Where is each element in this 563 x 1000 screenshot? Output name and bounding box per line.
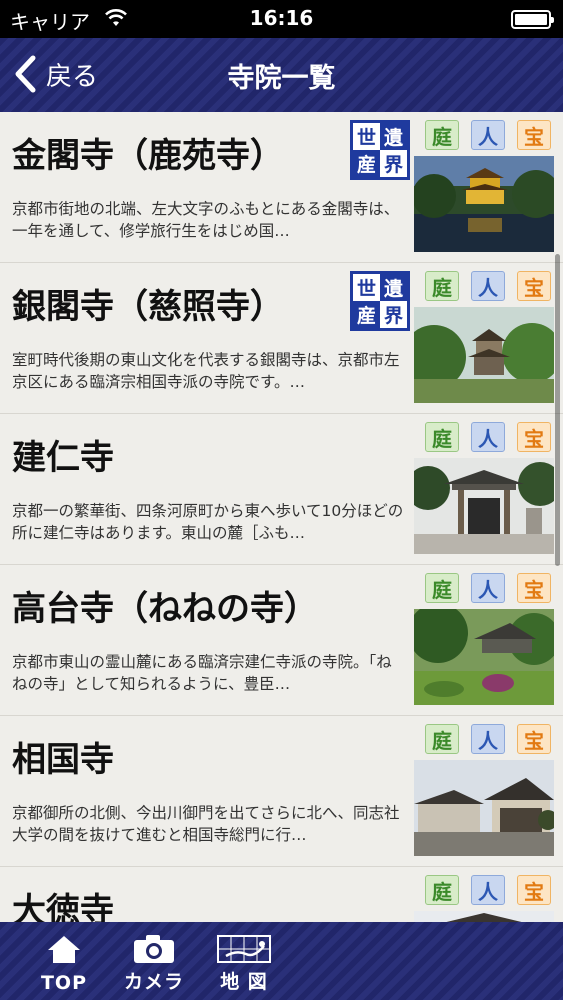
person-badge: 人 xyxy=(471,120,505,150)
person-badge: 人 xyxy=(471,271,505,301)
temple-thumbnail xyxy=(414,458,554,554)
list-item[interactable]: 金閣寺（鹿苑寺） 世遺 産界 庭 人 宝 京都市街地の北端、左大文字のふもとにあ… xyxy=(0,112,563,263)
temple-name: 大徳寺 xyxy=(12,891,114,922)
temple-description: 京都一の繁華街、四条河原町から東へ歩いて10分ほどの所に建仁寺はあります。東山の… xyxy=(12,502,404,542)
garden-badge: 庭 xyxy=(425,271,459,301)
temple-thumbnail xyxy=(414,156,554,252)
treasure-badge: 宝 xyxy=(517,120,551,150)
scrollbar[interactable] xyxy=(555,254,560,566)
person-badge: 人 xyxy=(471,422,505,452)
temple-description: 京都市街地の北端、左大文字のふもとにある金閣寺は、一年を通して、修学旅行生をはじ… xyxy=(12,200,400,240)
temple-thumbnail xyxy=(414,609,554,705)
list-item[interactable]: 高台寺（ねねの寺） 庭 人 宝 京都市東山の霊山麓にある臨済宗建仁寺派の寺院。「… xyxy=(0,565,563,716)
garden-badge: 庭 xyxy=(425,724,459,754)
treasure-badge: 宝 xyxy=(517,875,551,905)
world-heritage-icon: 世遺 産界 xyxy=(350,120,410,180)
list-item[interactable]: 大徳寺 庭 人 宝 xyxy=(0,867,563,922)
page-title: 寺院一覧 xyxy=(227,63,336,94)
status-bar: キャリア 16:16 xyxy=(0,0,563,38)
temple-name: 建仁寺 xyxy=(12,438,114,478)
person-badge: 人 xyxy=(471,573,505,603)
person-badge: 人 xyxy=(471,724,505,754)
tab-camera[interactable]: カメラ xyxy=(114,930,194,996)
garden-badge: 庭 xyxy=(425,120,459,150)
treasure-badge: 宝 xyxy=(517,422,551,452)
tab-top[interactable]: TOP xyxy=(24,930,104,996)
temple-name: 相国寺 xyxy=(12,740,114,780)
list-item[interactable]: 銀閣寺（慈照寺） 世遺 産界 庭 人 宝 室町時代後期の東山文化を代表する銀閣寺… xyxy=(0,263,563,414)
temple-name: 高台寺（ねねの寺） xyxy=(12,589,318,629)
temple-name: 金閣寺（鹿苑寺） xyxy=(12,136,284,176)
treasure-badge: 宝 xyxy=(517,271,551,301)
home-icon xyxy=(48,936,80,963)
garden-badge: 庭 xyxy=(425,573,459,603)
tab-label: TOP xyxy=(40,972,88,994)
temple-list[interactable]: 金閣寺（鹿苑寺） 世遺 産界 庭 人 宝 京都市街地の北端、左大文字のふもとにあ… xyxy=(0,112,563,922)
list-item[interactable]: 相国寺 庭 人 宝 京都御所の北側、今出川御門を出てさらに北へ、同志社大学の間を… xyxy=(0,716,563,867)
tab-bar: TOP カメラ 地 図 xyxy=(0,922,563,1000)
temple-thumbnail xyxy=(414,911,554,922)
temple-thumbnail xyxy=(414,307,554,403)
camera-icon xyxy=(134,935,174,963)
temple-description: 京都市東山の霊山麓にある臨済宗建仁寺派の寺院。「ねねの寺」として知られるように、… xyxy=(12,653,392,693)
tab-label: 地 図 xyxy=(220,971,268,993)
map-icon xyxy=(217,935,271,963)
temple-thumbnail xyxy=(414,760,554,856)
tab-label: カメラ xyxy=(123,971,184,993)
navigation-bar: 戻る 寺院一覧 xyxy=(0,38,563,112)
temple-name: 銀閣寺（慈照寺） xyxy=(12,287,284,327)
tab-map[interactable]: 地 図 xyxy=(204,930,284,996)
garden-badge: 庭 xyxy=(425,422,459,452)
temple-description: 京都御所の北側、今出川御門を出てさらに北へ、同志社大学の間を抜けて進むと相国寺総… xyxy=(12,804,400,844)
clock: 16:16 xyxy=(249,6,314,30)
treasure-badge: 宝 xyxy=(517,724,551,754)
treasure-badge: 宝 xyxy=(517,573,551,603)
temple-description: 室町時代後期の東山文化を代表する銀閣寺は、京都市左京区にある臨済宗相国寺派の寺院… xyxy=(12,351,400,391)
garden-badge: 庭 xyxy=(425,875,459,905)
person-badge: 人 xyxy=(471,875,505,905)
battery-icon xyxy=(511,10,554,29)
list-item[interactable]: 建仁寺 庭 人 宝 京都一の繁華街、四条河原町から東へ歩いて10分ほどの所に建仁… xyxy=(0,414,563,565)
world-heritage-icon: 世遺 産界 xyxy=(350,271,410,331)
